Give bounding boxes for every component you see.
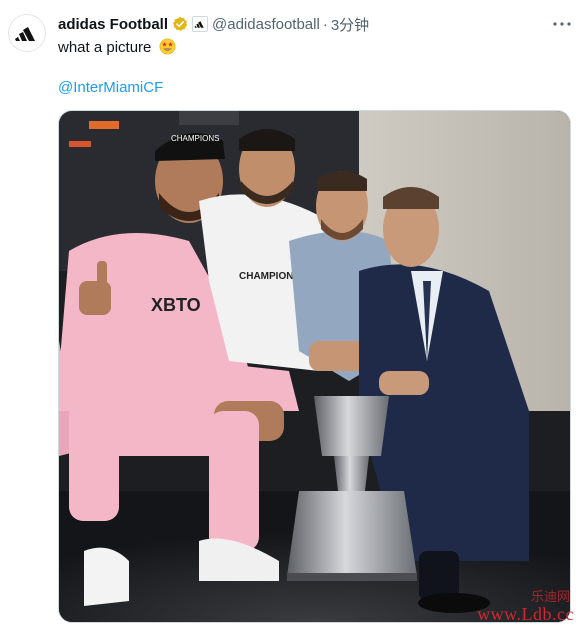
author-display-name[interactable]: adidas Football <box>58 16 168 33</box>
affiliate-badge-icon[interactable] <box>192 16 209 32</box>
star-struck-emoji-icon <box>159 38 175 55</box>
shirt-text: CHAMPIONS <box>239 271 300 282</box>
tweet-text-content: what a picture <box>58 39 152 56</box>
team-photo-image: CHAMPIONS XBTO CHAMPIONS <box>59 111 570 622</box>
separator-dot: · <box>322 15 328 33</box>
watermark-url: www.Ldb.cc <box>477 604 574 624</box>
tweet-timestamp[interactable]: 3分钟 <box>331 14 369 35</box>
author-avatar[interactable] <box>8 14 46 52</box>
tweet-card[interactable]: adidas Football @adidasfootball · 3分钟 wh… <box>0 0 582 631</box>
tweet-photo[interactable]: CHAMPIONS XBTO CHAMPIONS <box>58 110 571 623</box>
author-handle[interactable]: @adidasfootball <box>212 16 320 33</box>
cap-text: CHAMPIONS <box>171 134 219 143</box>
verified-badge-icon[interactable] <box>172 16 188 32</box>
adidas-logo-icon <box>15 27 35 41</box>
more-options-icon[interactable] <box>552 14 572 34</box>
jersey-sponsor-text: XBTO <box>151 295 201 315</box>
watermark-site-name: 乐迪网 <box>530 589 570 604</box>
tweet-text: what a picture <box>58 38 176 58</box>
tweet-header: adidas Football @adidasfootball · 3分钟 <box>58 14 542 34</box>
mention-link[interactable]: @InterMiamiCF <box>58 78 163 98</box>
